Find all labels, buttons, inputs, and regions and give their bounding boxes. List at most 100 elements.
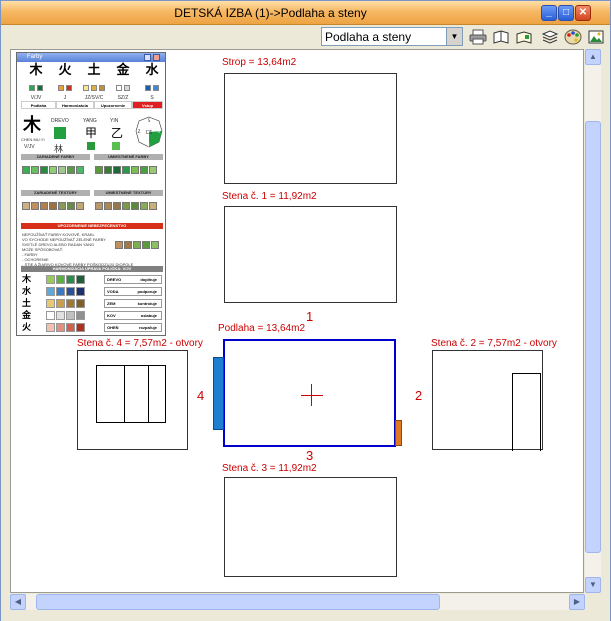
yang-label: YANG <box>83 118 97 124</box>
stena4-label: Stena č. 4 = 7,57m2 - otvory <box>77 338 203 349</box>
harm-swatches[interactable] <box>46 287 85 296</box>
drawing-canvas[interactable]: Farby 木 V/JV 火 J 土 JZ/SV/C 金 SZ/Z 水 S Podlaha Har… <box>10 49 584 593</box>
layers-icon[interactable] <box>541 29 559 45</box>
color-swatch[interactable] <box>66 323 75 332</box>
scroll-left-button[interactable]: ◀ <box>10 594 26 610</box>
tab-vstup[interactable]: Vstup <box>132 101 163 109</box>
umiestnene-textury-swatches[interactable] <box>95 202 157 210</box>
vertical-scroll-thumb[interactable] <box>585 121 601 553</box>
zariadene-textury-swatches[interactable] <box>22 202 84 210</box>
podlaha-label: Podlaha = 13,64m2 <box>218 323 306 334</box>
maximize-button[interactable]: □ <box>558 5 574 21</box>
printer-icon[interactable] <box>469 29 487 45</box>
color-swatch[interactable] <box>29 85 35 91</box>
harm-element-name: VODA <box>107 289 119 294</box>
wall3-panel[interactable] <box>224 477 397 577</box>
color-swatch[interactable] <box>37 85 43 91</box>
wall2-strip[interactable] <box>395 420 402 446</box>
scroll-down-button[interactable]: ▼ <box>585 577 601 593</box>
scroll-right-button[interactable]: ▶ <box>569 594 585 610</box>
color-swatch[interactable] <box>56 299 65 308</box>
color-swatch[interactable] <box>46 311 55 320</box>
book-open-icon[interactable] <box>515 29 533 45</box>
element-column[interactable]: 土 JZ/SV/C <box>80 64 108 101</box>
color-swatch[interactable] <box>83 85 89 91</box>
harm-row-box[interactable]: KOV oslabuje <box>104 311 162 320</box>
yin-swatch <box>112 142 120 150</box>
wall2-panel[interactable] <box>432 350 543 451</box>
view-select[interactable]: Podlaha a steny ▼ <box>321 27 463 46</box>
drevo-swatch <box>54 127 66 139</box>
color-swatch[interactable] <box>66 85 72 91</box>
harm-row-box[interactable]: OHEŇ rozpaľuje <box>104 323 162 332</box>
color-swatch[interactable] <box>66 299 75 308</box>
harm-element-char: 土 <box>22 299 32 309</box>
zariadene-farby-swatches[interactable] <box>22 166 84 174</box>
wall1-panel[interactable] <box>224 206 397 303</box>
harm-swatches[interactable] <box>46 311 85 320</box>
color-swatch[interactable] <box>76 323 85 332</box>
color-swatch[interactable] <box>46 287 55 296</box>
color-swatch[interactable] <box>76 311 85 320</box>
app-window: DETSKÁ IZBA (1)->Podlaha a steny _ □ ✕ P… <box>0 0 611 621</box>
palette-minimize-button[interactable] <box>144 54 151 61</box>
palette-window[interactable]: Farby 木 V/JV 火 J 土 JZ/SV/C 金 SZ/Z 水 S Podlaha Har… <box>16 52 166 336</box>
color-swatch[interactable] <box>56 287 65 296</box>
color-swatch[interactable] <box>58 85 64 91</box>
color-swatch[interactable] <box>91 85 97 91</box>
chevron-down-icon[interactable]: ▼ <box>446 28 462 45</box>
color-swatch[interactable] <box>56 323 65 332</box>
vertical-scrollbar[interactable]: ▲ ▼ <box>585 49 601 593</box>
color-swatch[interactable] <box>46 299 55 308</box>
horizontal-scrollbar[interactable]: ◀ ▶ <box>10 594 585 610</box>
close-button[interactable]: ✕ <box>575 5 591 21</box>
ceiling-panel[interactable] <box>224 73 397 184</box>
warning-swatches <box>115 241 159 249</box>
color-swatch[interactable] <box>76 299 85 308</box>
tab-harmonizacia[interactable]: Harmonizácia <box>56 101 94 109</box>
harm-row-box[interactable]: ZEM kontroluje <box>104 299 162 308</box>
color-swatch[interactable] <box>46 275 55 284</box>
color-swatch[interactable] <box>153 85 159 91</box>
color-swatch[interactable] <box>99 85 105 91</box>
bagua-compass-icon[interactable]: C5 S J Z V <box>135 115 163 149</box>
book-icon[interactable] <box>492 29 510 45</box>
umiestnene-farby-swatches[interactable] <box>95 166 157 174</box>
palette-title-bar[interactable]: Farby <box>17 53 165 62</box>
tab-upozornenie[interactable]: Upozornenie <box>94 101 132 109</box>
harm-swatches[interactable] <box>46 275 85 284</box>
stena2-label: Stena č. 2 = 7,57m2 - otvory <box>431 338 557 349</box>
color-swatch[interactable] <box>116 85 122 91</box>
scroll-up-button[interactable]: ▲ <box>585 49 601 65</box>
palette-icon[interactable] <box>564 29 582 45</box>
element-column[interactable]: 金 SZ/Z <box>109 64 137 101</box>
harm-swatches[interactable] <box>46 323 85 332</box>
horizontal-scroll-thumb[interactable] <box>36 594 440 610</box>
color-swatch[interactable] <box>124 85 130 91</box>
wall4-strip[interactable] <box>213 357 224 430</box>
element-column[interactable]: 火J <box>51 64 79 101</box>
image-icon[interactable] <box>587 29 605 45</box>
element-column[interactable]: 水S <box>138 64 165 101</box>
color-swatch[interactable] <box>66 275 75 284</box>
harm-row-box[interactable]: VODA podporuje <box>104 287 162 296</box>
title-bar[interactable]: DETSKÁ IZBA (1)->Podlaha a steny _ □ ✕ <box>1 1 610 25</box>
color-swatch[interactable] <box>56 275 65 284</box>
color-swatch[interactable] <box>76 287 85 296</box>
color-swatch[interactable] <box>66 311 75 320</box>
harm-row-box[interactable]: DREVO doplňuje <box>104 275 162 284</box>
color-swatch[interactable] <box>66 287 75 296</box>
element-swatches <box>80 78 108 96</box>
floor-panel[interactable] <box>223 339 396 447</box>
color-swatch[interactable] <box>145 85 151 91</box>
harm-swatches[interactable] <box>46 299 85 308</box>
wall2-door-opening <box>512 373 541 451</box>
element-column[interactable]: 木 V/JV <box>22 64 50 101</box>
palette-close-button[interactable] <box>153 54 160 61</box>
tab-podlaha[interactable]: Podlaha <box>21 101 56 109</box>
wall4-panel[interactable] <box>77 350 188 450</box>
color-swatch[interactable] <box>56 311 65 320</box>
color-swatch[interactable] <box>76 275 85 284</box>
color-swatch[interactable] <box>46 323 55 332</box>
minimize-button[interactable]: _ <box>541 5 557 21</box>
